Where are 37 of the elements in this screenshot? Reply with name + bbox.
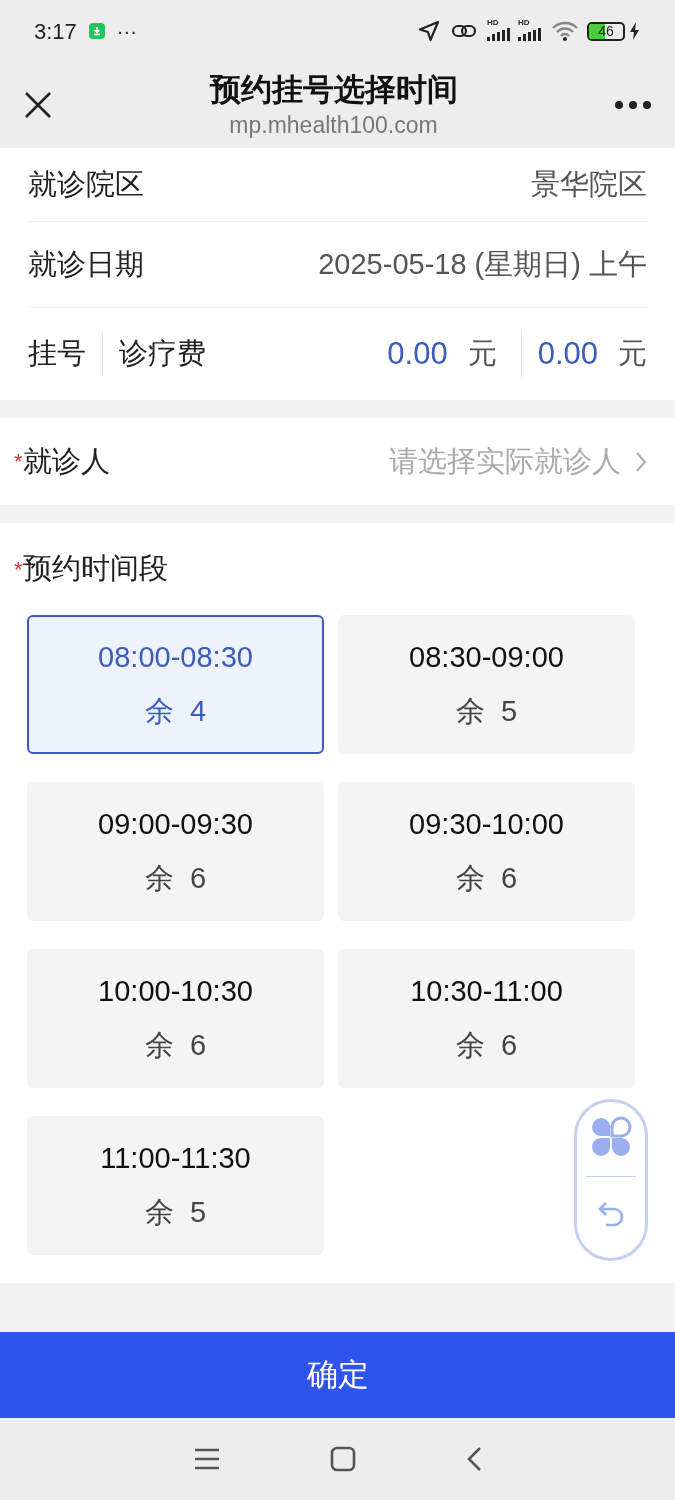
wifi-icon	[551, 21, 579, 41]
currency-unit: 元	[467, 336, 497, 372]
fee-label: 诊疗费	[102, 332, 206, 376]
fee-amount: 0.00	[387, 334, 448, 373]
time-slot[interactable]: 09:00-09:30 余 6	[27, 782, 324, 921]
download-notification-icon	[88, 23, 105, 39]
patient-selector[interactable]: *就诊人 请选择实际就诊人	[0, 418, 675, 505]
time-slot[interactable]: 11:00-11:30 余 5	[27, 1116, 324, 1255]
fee-amount: 0.00	[537, 334, 598, 373]
menu-icon[interactable]	[193, 1448, 220, 1470]
campus-value: 景华院区	[531, 166, 647, 202]
currency-unit: 元	[618, 336, 647, 372]
date-value: 2025-05-18 (星期日) 上午	[318, 246, 647, 282]
page-url: mp.mhealth100.com	[229, 111, 438, 140]
date-label: 就诊日期	[28, 246, 144, 282]
required-mark: *	[14, 448, 23, 476]
home-square-icon[interactable]	[329, 1446, 356, 1472]
more-icon[interactable]	[613, 100, 653, 110]
time-slot[interactable]: 08:30-09:00 余 5	[338, 615, 635, 754]
confirm-button[interactable]: 确定	[0, 1332, 675, 1418]
location-arrow-icon	[417, 19, 441, 43]
time-slot[interactable]: 08:00-08:30 余 4	[27, 615, 324, 754]
charging-bolt-icon	[629, 21, 641, 41]
chevron-right-icon	[635, 450, 647, 473]
time-slot[interactable]: 10:00-10:30 余 6	[27, 949, 324, 1088]
back-icon[interactable]	[465, 1446, 482, 1472]
status-time: 3:17	[34, 17, 77, 46]
time-slot[interactable]: 10:30-11:00 余 6	[338, 949, 635, 1088]
patient-placeholder: 请选择实际就诊人	[389, 443, 621, 479]
overflow-indicator: ···	[116, 21, 137, 41]
page-title: 预约挂号选择时间	[209, 71, 458, 109]
section-title: 预约时间段	[22, 551, 168, 587]
time-slot[interactable]: 09:30-10:00 余 6	[338, 782, 635, 921]
required-mark: *	[14, 556, 23, 584]
fee-label: 挂号	[28, 336, 87, 372]
patient-label: 就诊人	[22, 443, 110, 479]
campus-label: 就诊院区	[28, 166, 144, 202]
